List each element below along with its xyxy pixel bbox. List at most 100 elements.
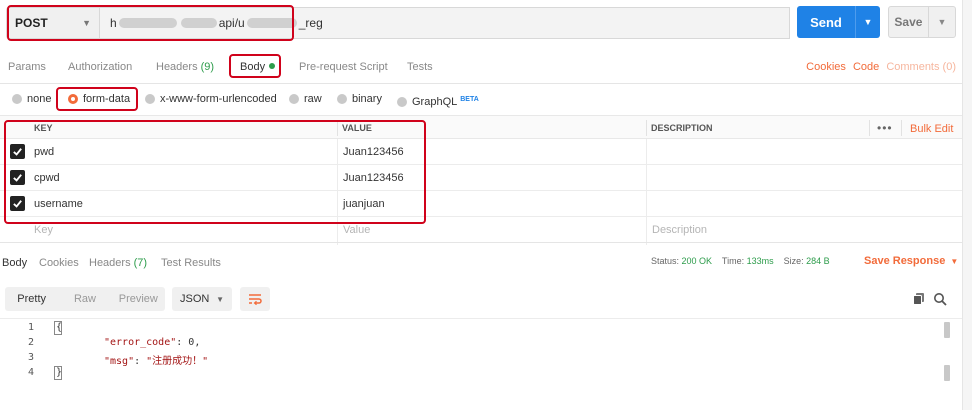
row-checkbox[interactable] xyxy=(10,196,25,211)
radio-none-label: none xyxy=(27,93,52,105)
code-line: "msg": "注册成功！" xyxy=(104,356,209,367)
radio-none[interactable]: none xyxy=(12,93,51,105)
radio-circle-icon xyxy=(145,94,155,104)
row-value[interactable]: Juan123456 xyxy=(343,146,404,158)
json-key: "msg" xyxy=(104,356,135,367)
url-redacted-segment xyxy=(118,18,177,28)
save-label: Save xyxy=(894,15,923,29)
column-header-key: KEY xyxy=(34,123,53,133)
tab-tests[interactable]: Tests xyxy=(407,61,433,73)
url-redacted-segment xyxy=(246,18,297,28)
view-mode-toggle: Pretty Raw Preview xyxy=(5,287,165,311)
code-link[interactable]: Code xyxy=(853,61,879,73)
editor-scroll-marker[interactable] xyxy=(944,322,950,338)
radio-circle-icon xyxy=(12,94,22,104)
view-preview-button[interactable]: Preview xyxy=(112,287,165,311)
table-row: cpwd Juan123456 xyxy=(0,165,972,191)
radio-urlencoded[interactable]: x-www-form-urlencoded xyxy=(145,93,277,105)
radio-raw[interactable]: raw xyxy=(289,93,322,105)
radio-form-data[interactable]: form-data xyxy=(68,93,130,105)
cookies-link[interactable]: Cookies xyxy=(806,61,846,73)
key-placeholder[interactable]: Key xyxy=(34,224,53,236)
time-label: Time: xyxy=(721,256,745,266)
method-label: POST xyxy=(15,16,48,30)
table-row-new: Key Value Description xyxy=(0,217,972,243)
save-response-button[interactable]: Save Response ▼ xyxy=(864,255,958,267)
save-response-label: Save Response xyxy=(864,255,946,267)
radio-graphql[interactable]: GraphQL BETA xyxy=(397,90,479,108)
body-active-dot-icon xyxy=(269,63,276,69)
method-select[interactable]: POST ▼ xyxy=(6,7,100,39)
size-value: 284 B xyxy=(806,256,830,266)
column-divider xyxy=(901,120,902,136)
editor-scroll-marker[interactable] xyxy=(944,365,950,381)
response-tab-cookies[interactable]: Cookies xyxy=(39,257,79,269)
chevron-down-icon: ▼ xyxy=(950,257,959,266)
table-header: KEY VALUE DESCRIPTION ••• Bulk Edit xyxy=(0,115,972,139)
response-tab-headers[interactable]: Headers (7) xyxy=(89,257,147,269)
time-value: 133ms xyxy=(746,256,774,266)
url-mid: api/u xyxy=(218,16,245,30)
row-value[interactable]: juanjuan xyxy=(343,198,385,210)
response-tab-test-results[interactable]: Test Results xyxy=(161,257,221,269)
bulk-edit-link[interactable]: Bulk Edit xyxy=(910,123,953,135)
code-line: "error_code": 0, xyxy=(104,337,201,348)
row-key[interactable]: pwd xyxy=(34,146,54,158)
line-number: 3 xyxy=(27,352,34,363)
radio-binary[interactable]: binary xyxy=(337,93,382,105)
line-number: 1 xyxy=(27,322,34,333)
response-tab-body[interactable]: Body xyxy=(2,257,27,269)
line-number-gutter: 1 2 3 4 xyxy=(0,319,46,410)
row-key[interactable]: username xyxy=(34,198,83,210)
beta-badge: BETA xyxy=(460,95,479,103)
view-pretty-button[interactable]: Pretty xyxy=(5,287,58,311)
save-button[interactable]: Save ▼ xyxy=(888,6,956,38)
url-redacted-segment xyxy=(180,18,217,28)
comments-link[interactable]: Comments (0) xyxy=(886,61,956,73)
form-data-table: KEY VALUE DESCRIPTION ••• Bulk Edit pwd … xyxy=(0,115,972,245)
send-button[interactable]: Send ▼ xyxy=(797,6,880,38)
json-number: 0 xyxy=(188,337,195,348)
column-divider xyxy=(646,120,647,136)
url-input[interactable]: h api/u _reg xyxy=(100,7,790,39)
response-tabs: Body Cookies Headers (7) Test Results St… xyxy=(0,250,972,278)
response-tab-headers-label: Headers xyxy=(89,257,131,269)
tab-params[interactable]: Params xyxy=(8,61,46,73)
row-key[interactable]: cpwd xyxy=(34,172,60,184)
row-checkbox[interactable] xyxy=(10,170,25,185)
body-type-selector: none form-data x-www-form-urlencoded raw… xyxy=(0,86,972,112)
radio-form-data-label: form-data xyxy=(83,93,131,105)
code-line: { xyxy=(56,322,63,333)
wrap-lines-button[interactable] xyxy=(240,287,270,311)
row-checkbox[interactable] xyxy=(10,144,25,159)
tab-headers[interactable]: Headers (9) xyxy=(156,61,214,73)
status-value: 200 OK xyxy=(681,256,713,266)
column-divider xyxy=(337,120,338,136)
radio-raw-label: raw xyxy=(304,93,322,105)
tab-prerequest-script[interactable]: Pre-request Script xyxy=(299,61,388,73)
request-tabs: Params Authorization Headers (9) Body Pr… xyxy=(0,54,972,84)
search-icon[interactable] xyxy=(933,292,947,306)
request-side-links: Cookies Code Comments (0) xyxy=(802,61,956,73)
url-suffix: _reg xyxy=(298,16,323,30)
response-body-viewer[interactable]: 1 2 3 4 { "error_code": 0, "msg": "注册成功！… xyxy=(0,318,972,410)
status-label: Status: xyxy=(651,256,680,266)
copy-icon[interactable] xyxy=(912,292,926,306)
request-bar: POST ▼ h api/u _reg Send ▼ Save ▼ xyxy=(0,0,972,46)
json-string: "注册成功！" xyxy=(146,356,209,367)
format-select[interactable]: JSON ▼ xyxy=(172,287,232,311)
json-key: "error_code" xyxy=(104,337,177,348)
more-options-icon[interactable]: ••• xyxy=(877,121,893,135)
tab-headers-label: Headers xyxy=(156,61,198,73)
value-placeholder[interactable]: Value xyxy=(343,224,370,236)
send-options-chevron-icon[interactable]: ▼ xyxy=(855,6,880,38)
description-placeholder[interactable]: Description xyxy=(652,224,707,236)
send-label: Send xyxy=(810,14,842,30)
response-toolbar: Pretty Raw Preview JSON ▼ xyxy=(0,284,972,314)
tab-body[interactable]: Body xyxy=(240,61,276,73)
view-raw-button[interactable]: Raw xyxy=(58,287,111,311)
tab-authorization[interactable]: Authorization xyxy=(68,61,132,73)
row-value[interactable]: Juan123456 xyxy=(343,172,404,184)
window-scrollbar[interactable] xyxy=(962,0,972,410)
save-options-chevron-icon[interactable]: ▼ xyxy=(927,7,955,37)
